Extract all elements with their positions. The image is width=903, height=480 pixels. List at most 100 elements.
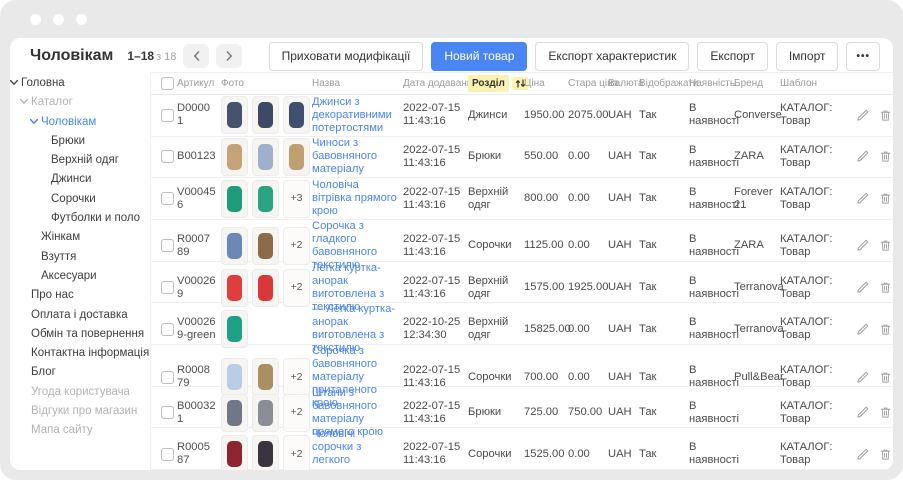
column-header-old-price[interactable]: Стара ціна — [568, 78, 608, 89]
product-photo[interactable] — [252, 358, 279, 396]
delete-icon[interactable] — [879, 448, 892, 461]
product-name-link[interactable]: Чоловіча вітрівка прямого крою — [312, 179, 398, 218]
row-checkbox[interactable] — [161, 192, 174, 205]
edit-icon[interactable] — [856, 192, 869, 205]
sidebar-item[interactable]: Аксесуари — [10, 267, 150, 286]
row-checkbox[interactable] — [161, 323, 174, 336]
product-photo[interactable] — [252, 269, 279, 307]
product-photo[interactable] — [221, 394, 248, 432]
sidebar-item[interactable]: Угода користувача — [10, 383, 150, 402]
row-checkbox[interactable] — [161, 150, 174, 163]
product-photo[interactable] — [283, 138, 310, 176]
delete-icon[interactable] — [879, 406, 892, 419]
more-photos-badge[interactable]: +2 — [283, 358, 310, 396]
select-all-checkbox[interactable] — [161, 77, 174, 90]
product-photo[interactable] — [252, 394, 279, 432]
row-checkbox[interactable] — [161, 406, 174, 419]
edit-icon[interactable] — [856, 109, 869, 122]
edit-icon[interactable] — [856, 448, 869, 461]
product-photo[interactable] — [252, 435, 279, 470]
edit-icon[interactable] — [856, 239, 869, 252]
more-photos-badge[interactable]: +2 — [283, 435, 310, 470]
column-header-template[interactable]: Шаблон — [780, 78, 856, 89]
product-photo[interactable] — [283, 96, 310, 134]
more-photos-badge[interactable]: +2 — [283, 394, 310, 432]
product-photo[interactable] — [221, 180, 248, 218]
column-header-price[interactable]: Ціна — [524, 78, 568, 89]
hide-modifications-button[interactable]: Приховати модифікації — [269, 42, 424, 71]
row-checkbox[interactable] — [161, 448, 174, 461]
product-name-link[interactable]: Чиноси з бавовняного матеріалу — [312, 137, 398, 176]
product-photo[interactable] — [252, 96, 279, 134]
section-header-label[interactable]: Розділ — [468, 75, 509, 92]
sidebar-item[interactable]: Брюки — [10, 132, 150, 151]
sidebar-item[interactable]: Про нас — [10, 286, 150, 305]
product-photo[interactable] — [252, 227, 279, 265]
import-button[interactable]: Імпорт — [776, 42, 839, 71]
product-photo[interactable] — [252, 180, 279, 218]
window-control-dot[interactable] — [76, 14, 87, 25]
row-checkbox[interactable] — [161, 281, 174, 294]
product-photo[interactable] — [221, 435, 248, 470]
column-header-brand[interactable]: Бренд — [734, 78, 780, 89]
window-control-dot[interactable] — [53, 14, 64, 25]
next-page-button[interactable] — [216, 44, 242, 68]
edit-icon[interactable] — [856, 323, 869, 336]
more-actions-button[interactable]: ••• — [846, 42, 880, 71]
edit-icon[interactable] — [856, 281, 869, 294]
sidebar-item[interactable]: Мапа сайту — [10, 421, 150, 440]
edit-icon[interactable] — [856, 371, 869, 384]
export-characteristics-button[interactable]: Експорт характеристик — [535, 42, 689, 71]
sidebar-item[interactable]: Сорочки — [10, 190, 150, 209]
sidebar-item[interactable]: Відгуки про магазин — [10, 402, 150, 421]
product-photo[interactable] — [221, 227, 248, 265]
column-header-name[interactable]: Назва — [312, 78, 403, 89]
sidebar-item[interactable]: Взуття — [10, 248, 150, 267]
sidebar-item[interactable]: Блог — [10, 363, 150, 382]
column-header-currency[interactable]: Валюта — [608, 78, 639, 89]
new-product-button[interactable]: Новий товар — [431, 42, 527, 71]
delete-icon[interactable] — [879, 323, 892, 336]
photos-cell: +3 — [221, 180, 312, 218]
product-photo[interactable] — [221, 358, 248, 396]
row-checkbox[interactable] — [161, 371, 174, 384]
delete-icon[interactable] — [879, 192, 892, 205]
sidebar-item[interactable]: Футболки и поло — [10, 209, 150, 228]
sidebar-item[interactable]: Каталог — [10, 93, 150, 112]
delete-icon[interactable] — [879, 239, 892, 252]
row-checkbox[interactable] — [161, 239, 174, 252]
column-header-section[interactable]: Розділ — [468, 75, 524, 92]
product-photo[interactable] — [221, 138, 248, 176]
product-photo[interactable] — [221, 96, 248, 134]
product-photo[interactable] — [221, 310, 248, 348]
export-button[interactable]: Експорт — [697, 42, 767, 71]
edit-icon[interactable] — [856, 150, 869, 163]
row-checkbox[interactable] — [161, 109, 174, 122]
delete-icon[interactable] — [879, 281, 892, 294]
product-photo[interactable] — [221, 269, 248, 307]
sidebar-item[interactable]: Джинси — [10, 170, 150, 189]
product-name-link[interactable]: Чоловічі сорочки з легкого текстилю — [312, 428, 398, 470]
column-header-date[interactable]: Дата додавання — [403, 78, 468, 89]
sidebar-item[interactable]: Контактна інформація — [10, 344, 150, 363]
prev-page-button[interactable] — [183, 44, 209, 68]
delete-icon[interactable] — [879, 371, 892, 384]
product-photo[interactable] — [252, 138, 279, 176]
sidebar-item[interactable]: Обмін та повернення — [10, 325, 150, 344]
delete-icon[interactable] — [879, 150, 892, 163]
sidebar-item[interactable]: Жінкам — [10, 228, 150, 247]
sidebar-item[interactable]: Оплата і доставка — [10, 306, 150, 325]
more-photos-badge[interactable]: +2 — [283, 227, 310, 265]
product-name-link[interactable]: Джинси з декоративними потертостями — [312, 96, 398, 135]
edit-icon[interactable] — [856, 406, 869, 419]
sidebar-item[interactable]: Головна — [10, 74, 150, 93]
column-header-display[interactable]: Відображати — [639, 78, 689, 89]
column-header-article[interactable]: Артикул — [177, 78, 221, 89]
sidebar-item[interactable]: Верхній одяг — [10, 151, 150, 170]
more-photos-badge[interactable]: +2 — [283, 269, 310, 307]
sidebar-item[interactable]: Чоловікам — [10, 113, 150, 132]
delete-icon[interactable] — [879, 109, 892, 122]
window-control-dot[interactable] — [30, 14, 41, 25]
column-header-availability[interactable]: Наявність — [689, 78, 734, 89]
more-photos-badge[interactable]: +3 — [283, 180, 310, 218]
